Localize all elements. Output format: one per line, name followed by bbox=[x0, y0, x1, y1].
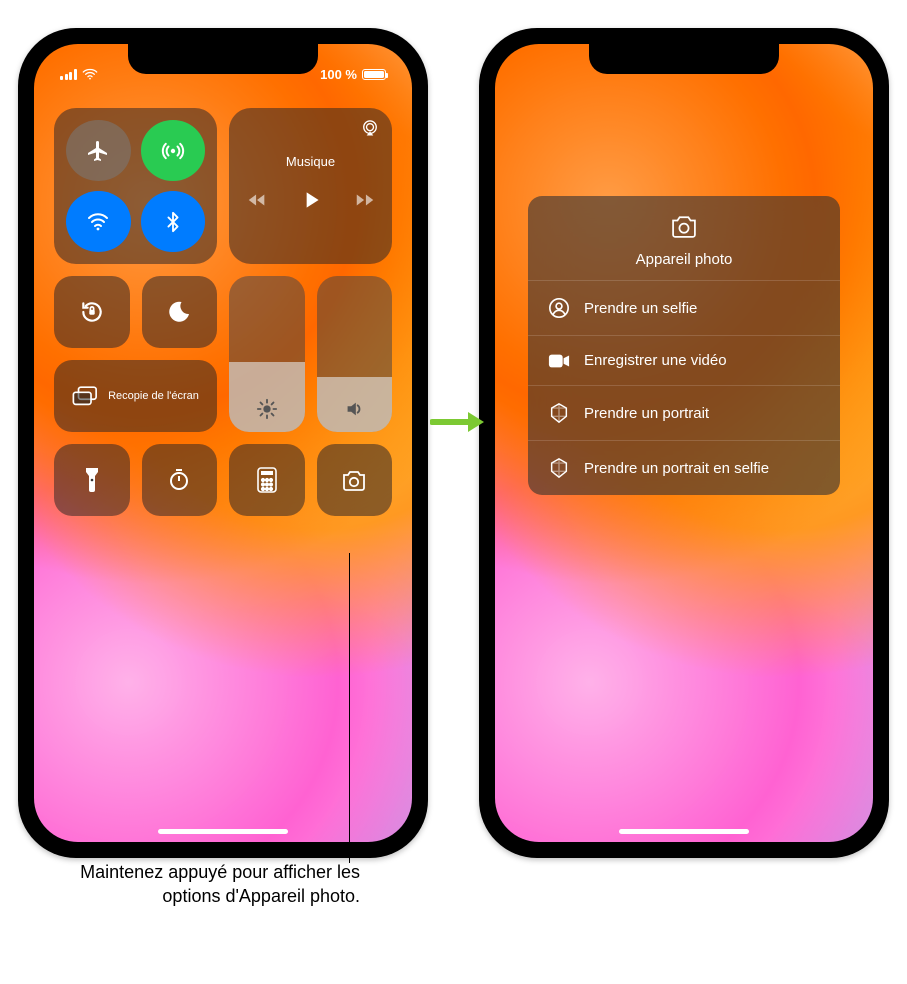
music-tile[interactable]: Musique bbox=[229, 108, 392, 264]
video-icon bbox=[548, 353, 570, 369]
action-take-portrait[interactable]: Prendre un portrait bbox=[528, 385, 840, 440]
action-label: Enregistrer une vidéo bbox=[584, 352, 727, 369]
notch bbox=[128, 44, 318, 74]
screen-mirroring-label: Recopie de l'écran bbox=[108, 390, 199, 403]
screen-mirroring-icon bbox=[72, 385, 98, 407]
action-label: Prendre un selfie bbox=[584, 300, 697, 317]
camera-button[interactable] bbox=[317, 444, 393, 516]
portrait-icon bbox=[548, 402, 570, 424]
action-label: Prendre un portrait en selfie bbox=[584, 460, 769, 477]
cellular-signal-icon bbox=[60, 69, 77, 80]
action-record-video[interactable]: Enregistrer une vidéo bbox=[528, 335, 840, 385]
wifi-icon bbox=[82, 68, 98, 80]
camera-icon bbox=[669, 214, 699, 243]
music-label: Musique bbox=[286, 154, 335, 169]
callout-text: Maintenez appuyé pour afficher les optio… bbox=[20, 860, 360, 909]
popup-header: Appareil photo bbox=[528, 196, 840, 280]
battery-icon bbox=[362, 69, 386, 80]
popup-title: Appareil photo bbox=[636, 251, 733, 268]
next-track-button[interactable] bbox=[354, 189, 376, 211]
previous-track-button[interactable] bbox=[246, 189, 268, 211]
callout-leader bbox=[349, 553, 350, 863]
wifi-toggle[interactable] bbox=[66, 191, 131, 252]
action-take-portrait-selfie[interactable]: Prendre un portrait en selfie bbox=[528, 440, 840, 495]
screen-right: Appareil photo Prendre un selfie Enregis… bbox=[495, 44, 873, 842]
screen-left: 100 % bbox=[34, 44, 412, 842]
selfie-icon bbox=[548, 297, 570, 319]
airplay-icon[interactable] bbox=[360, 118, 380, 138]
do-not-disturb-button[interactable] bbox=[142, 276, 218, 348]
portrait-icon bbox=[548, 457, 570, 479]
brightness-fill bbox=[229, 362, 305, 432]
brightness-slider[interactable] bbox=[229, 276, 305, 432]
home-indicator[interactable] bbox=[158, 829, 288, 834]
action-label: Prendre un portrait bbox=[584, 405, 709, 422]
control-center: Musique bbox=[54, 108, 392, 516]
timer-button[interactable] bbox=[142, 444, 218, 516]
bluetooth-toggle[interactable] bbox=[141, 191, 206, 252]
transition-arrow-icon bbox=[430, 409, 486, 435]
cellular-data-toggle[interactable] bbox=[141, 120, 206, 181]
brightness-icon bbox=[256, 398, 278, 420]
battery-text: 100 % bbox=[320, 67, 357, 82]
airplane-mode-toggle[interactable] bbox=[66, 120, 131, 181]
rotation-lock-button[interactable] bbox=[54, 276, 130, 348]
action-take-selfie[interactable]: Prendre un selfie bbox=[528, 280, 840, 335]
camera-quick-actions-popup: Appareil photo Prendre un selfie Enregis… bbox=[528, 196, 840, 495]
screen-mirroring-button[interactable]: Recopie de l'écran bbox=[54, 360, 217, 432]
home-indicator[interactable] bbox=[619, 829, 749, 834]
phone-right: Appareil photo Prendre un selfie Enregis… bbox=[479, 28, 889, 858]
play-button[interactable] bbox=[298, 187, 324, 213]
flashlight-button[interactable] bbox=[54, 444, 130, 516]
connectivity-group[interactable] bbox=[54, 108, 217, 264]
notch bbox=[589, 44, 779, 74]
volume-slider[interactable] bbox=[317, 276, 393, 432]
phone-left: 100 % bbox=[18, 28, 428, 858]
volume-icon bbox=[343, 398, 365, 420]
calculator-button[interactable] bbox=[229, 444, 305, 516]
